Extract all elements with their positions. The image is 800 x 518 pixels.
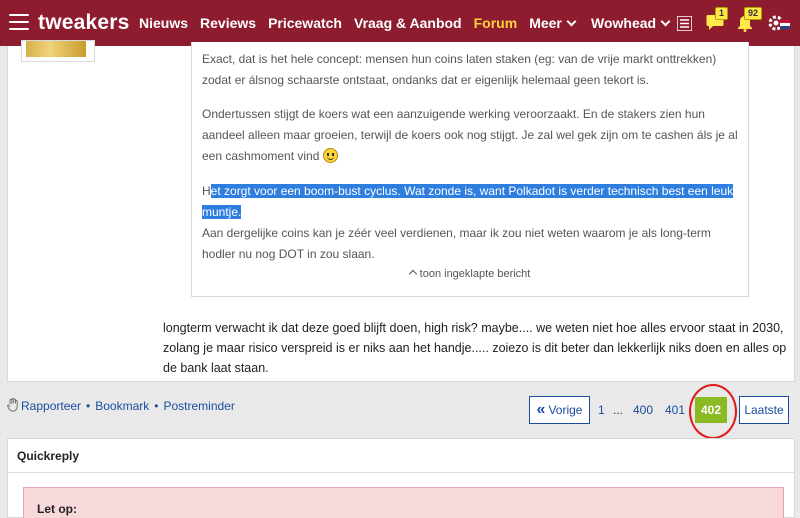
main-nav: Nieuws Reviews Pricewatch Vraag & Aanbod…: [139, 15, 587, 31]
quote-paragraph-3: Het zorgt voor een boom-bust cyclus. Wat…: [202, 181, 742, 265]
quickreply-panel: Quickreply Let op:: [7, 438, 795, 518]
expand-quote-link[interactable]: toon ingeklapte bericht: [192, 268, 748, 280]
report-link[interactable]: Rapporteer: [21, 399, 81, 413]
nav-forum[interactable]: Forum: [474, 15, 518, 31]
nav-meer-label: Meer: [529, 15, 562, 31]
quote-paragraph-4: Aan dergelijke coins kan je zéér veel ve…: [202, 226, 711, 261]
pagination-ellipsis: ...: [613, 403, 624, 417]
nav-vraag-aanbod[interactable]: Vraag & Aanbod: [354, 15, 462, 31]
nav-nieuws[interactable]: Nieuws: [139, 15, 188, 31]
page-400-link[interactable]: 400: [633, 396, 653, 424]
site-logo[interactable]: tweakers: [38, 11, 130, 35]
expand-quote-label: toon ingeklapte bericht: [419, 268, 531, 280]
last-page-button[interactable]: Laatste: [739, 396, 789, 424]
nav-meer[interactable]: Meer: [529, 15, 577, 31]
settings-gear-icon[interactable]: [766, 13, 790, 38]
warning-notice: Let op:: [23, 487, 784, 518]
postreminder-link[interactable]: Postreminder: [163, 399, 234, 413]
chevron-up-icon: [408, 269, 417, 279]
annotation-circle: [689, 384, 737, 439]
double-chevron-left-icon: «: [536, 401, 546, 418]
quote-paragraph-1: Exact, dat is het hele concept: mensen h…: [202, 52, 717, 87]
user-menu[interactable]: Wowhead: [591, 15, 671, 31]
top-navigation-bar: tweakers Nieuws Reviews Pricewatch Vraag…: [0, 0, 800, 46]
post-actions: Rapporteer • Bookmark • Postreminder: [7, 398, 235, 413]
separator-dot: •: [154, 399, 159, 413]
quickreply-title: Quickreply: [17, 449, 80, 463]
post-body: longterm verwacht ik dat deze goed blijf…: [163, 321, 787, 375]
quoted-message: Exact, dat is het hele concept: mensen h…: [191, 42, 749, 297]
page-401-link[interactable]: 401: [665, 396, 685, 424]
previous-page-label: Vorige: [548, 403, 583, 417]
bookmark-link[interactable]: Bookmark: [95, 399, 149, 413]
chat-badge: 1: [715, 7, 729, 20]
forum-post: Exact, dat is het hele concept: mensen h…: [7, 40, 795, 382]
list-icon[interactable]: [676, 15, 693, 36]
avatar-image: [26, 41, 86, 57]
page-1-link[interactable]: 1: [598, 396, 605, 424]
avatar[interactable]: [21, 40, 95, 62]
smiley-icon: [322, 148, 338, 163]
quote-paragraph-2-text: Ondertussen stijgt de koers wat een aanz…: [202, 107, 738, 163]
chevron-down-icon: [660, 16, 671, 27]
chevron-down-icon: [566, 16, 577, 27]
selected-text: et zorgt voor een boom-bust cyclus. Wat …: [202, 184, 734, 219]
quote-paragraph-3-plain: H: [202, 184, 211, 198]
notification-badge: 92: [744, 7, 763, 20]
divider: [8, 472, 794, 473]
previous-page-button[interactable]: «Vorige: [529, 396, 590, 424]
username: Wowhead: [591, 15, 657, 31]
quote-paragraph-2: Ondertussen stijgt de koers wat een aanz…: [202, 104, 742, 167]
notice-title: Let op:: [37, 502, 77, 516]
hamburger-menu-icon[interactable]: [9, 14, 29, 30]
nav-reviews[interactable]: Reviews: [200, 15, 256, 31]
report-hand-icon: [7, 398, 18, 412]
separator-dot: •: [86, 399, 91, 413]
nav-pricewatch[interactable]: Pricewatch: [268, 15, 342, 31]
